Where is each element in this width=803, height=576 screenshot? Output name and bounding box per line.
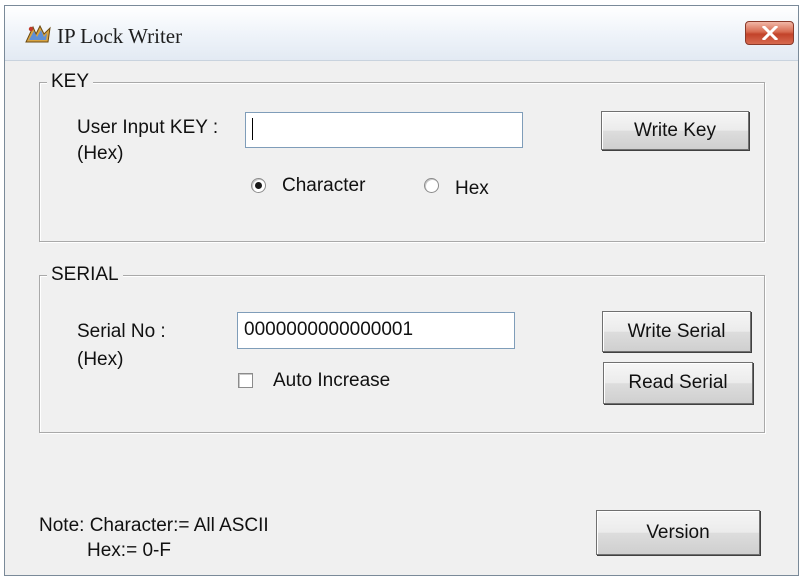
user-input-key-label: User Input KEY : bbox=[77, 117, 219, 138]
serial-no-label: Serial No : bbox=[77, 321, 166, 342]
auto-increase-checkbox[interactable] bbox=[238, 373, 253, 388]
serial-group-legend: SERIAL bbox=[47, 264, 123, 286]
key-group-legend: KEY bbox=[47, 71, 94, 93]
lock-writer-app-icon bbox=[25, 24, 51, 43]
text-caret bbox=[252, 117, 253, 140]
dialog-client-area: KEY User Input KEY : (Hex) Write Key Cha… bbox=[5, 60, 798, 575]
key-groupbox: KEY User Input KEY : (Hex) Write Key Cha… bbox=[39, 71, 765, 242]
window-title: IP Lock Writer bbox=[57, 24, 183, 48]
hex-radio-label[interactable]: Hex bbox=[455, 178, 489, 200]
note-line-hex: Hex:= 0-F bbox=[87, 540, 171, 561]
close-icon bbox=[761, 26, 778, 40]
write-key-button[interactable]: Write Key bbox=[601, 111, 749, 150]
user-input-key-hex-hint: (Hex) bbox=[77, 143, 124, 164]
hex-radio[interactable] bbox=[424, 178, 439, 193]
character-radio[interactable] bbox=[251, 178, 266, 193]
serial-groupbox: SERIAL Serial No : (Hex) 000000000000000… bbox=[39, 264, 765, 433]
serial-no-field[interactable]: 0000000000000001 bbox=[237, 312, 515, 349]
radio-selected-dot bbox=[255, 182, 262, 189]
close-button[interactable] bbox=[745, 21, 794, 45]
read-serial-button[interactable]: Read Serial bbox=[603, 362, 753, 404]
serial-no-hex-hint: (Hex) bbox=[77, 349, 124, 370]
auto-increase-label[interactable]: Auto Increase bbox=[273, 370, 390, 392]
write-serial-button[interactable]: Write Serial bbox=[602, 311, 751, 352]
character-radio-label[interactable]: Character bbox=[282, 175, 365, 197]
note-line-character: Note: Character:= All ASCII bbox=[39, 515, 269, 536]
user-input-key-field[interactable] bbox=[245, 112, 523, 148]
ip-lock-writer-window: IP Lock Writer KEY User Input KEY : (Hex… bbox=[4, 5, 799, 576]
title-bar[interactable]: IP Lock Writer bbox=[5, 6, 798, 61]
version-button[interactable]: Version bbox=[596, 510, 760, 555]
